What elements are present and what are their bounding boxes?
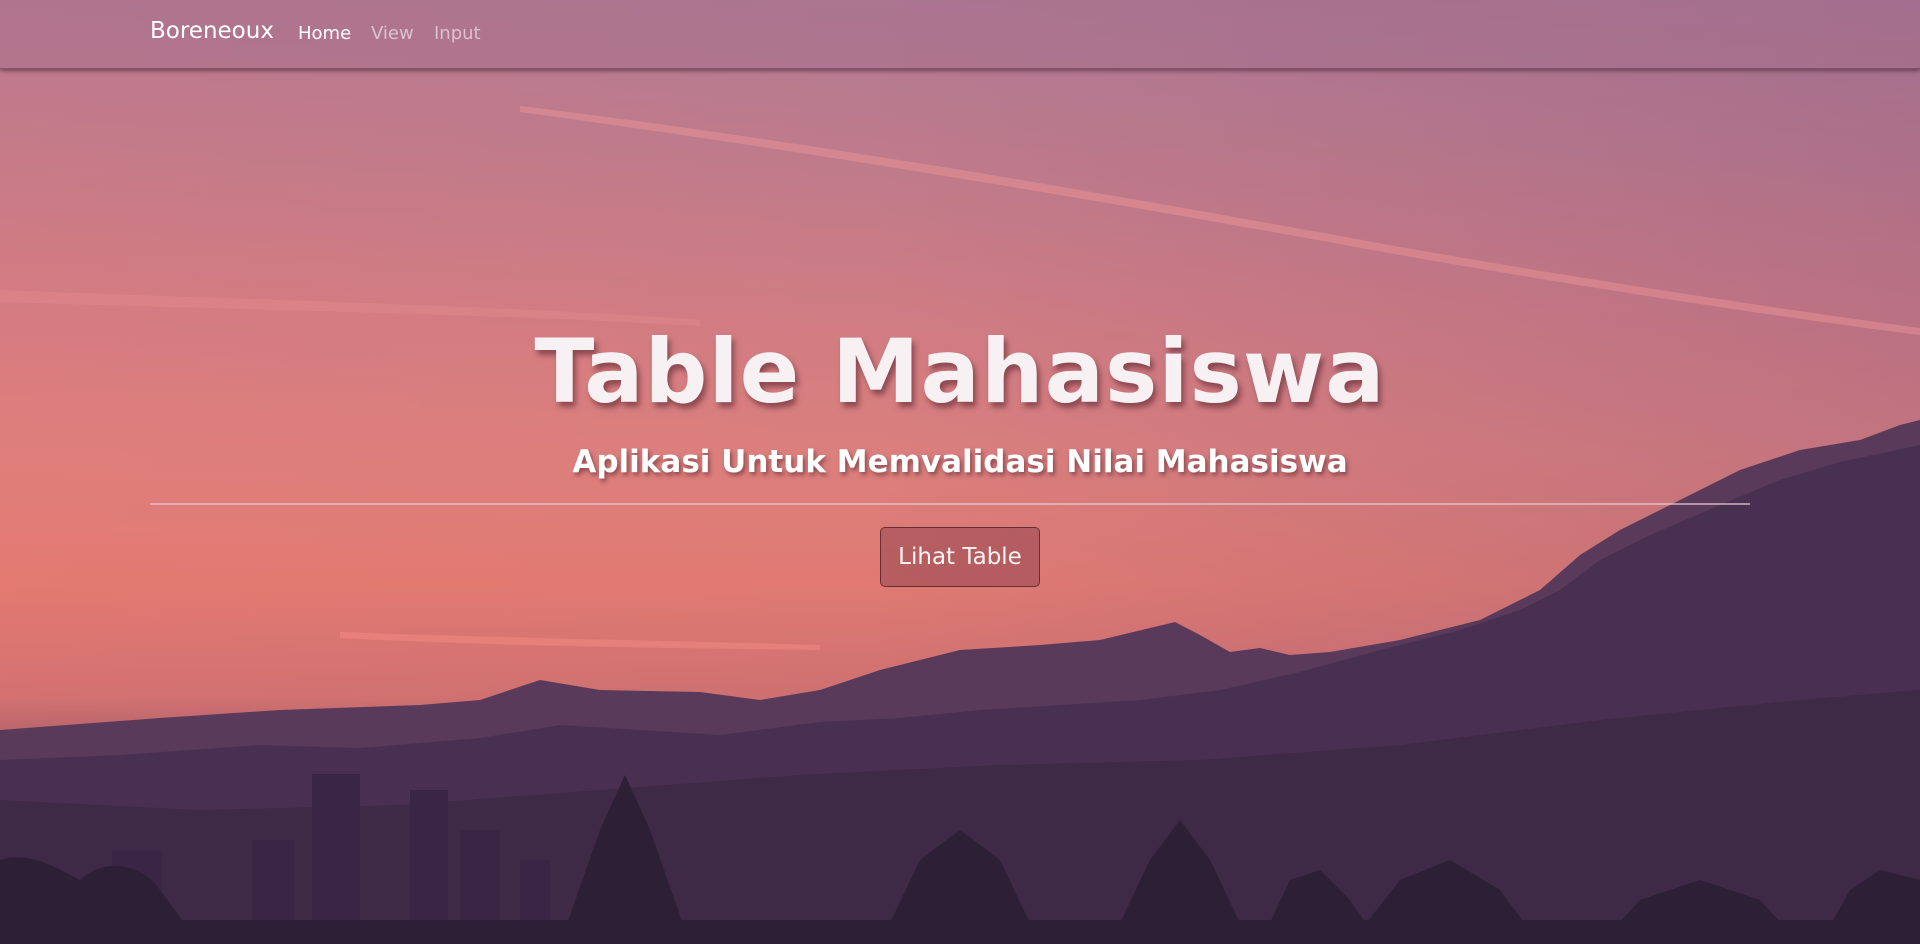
hero-background: Boreneoux Home View Input Table Mahasisw… bbox=[0, 0, 1920, 944]
hero-subtitle: Aplikasi Untuk Memvalidasi Nilai Mahasis… bbox=[572, 444, 1348, 480]
hero-divider bbox=[150, 503, 1750, 505]
cloud-streak-low bbox=[340, 632, 820, 650]
hero-title: Table Mahasiswa bbox=[534, 320, 1386, 423]
brand-link[interactable]: Boreneoux bbox=[150, 18, 274, 44]
nav-input-link[interactable]: Input bbox=[434, 23, 481, 44]
view-table-button[interactable]: Lihat Table bbox=[880, 527, 1040, 587]
top-navbar: Boreneoux Home View Input bbox=[0, 0, 1920, 69]
nav-view-link[interactable]: View bbox=[371, 23, 414, 44]
contrail bbox=[520, 106, 1920, 335]
nav-home-link[interactable]: Home bbox=[298, 23, 351, 44]
